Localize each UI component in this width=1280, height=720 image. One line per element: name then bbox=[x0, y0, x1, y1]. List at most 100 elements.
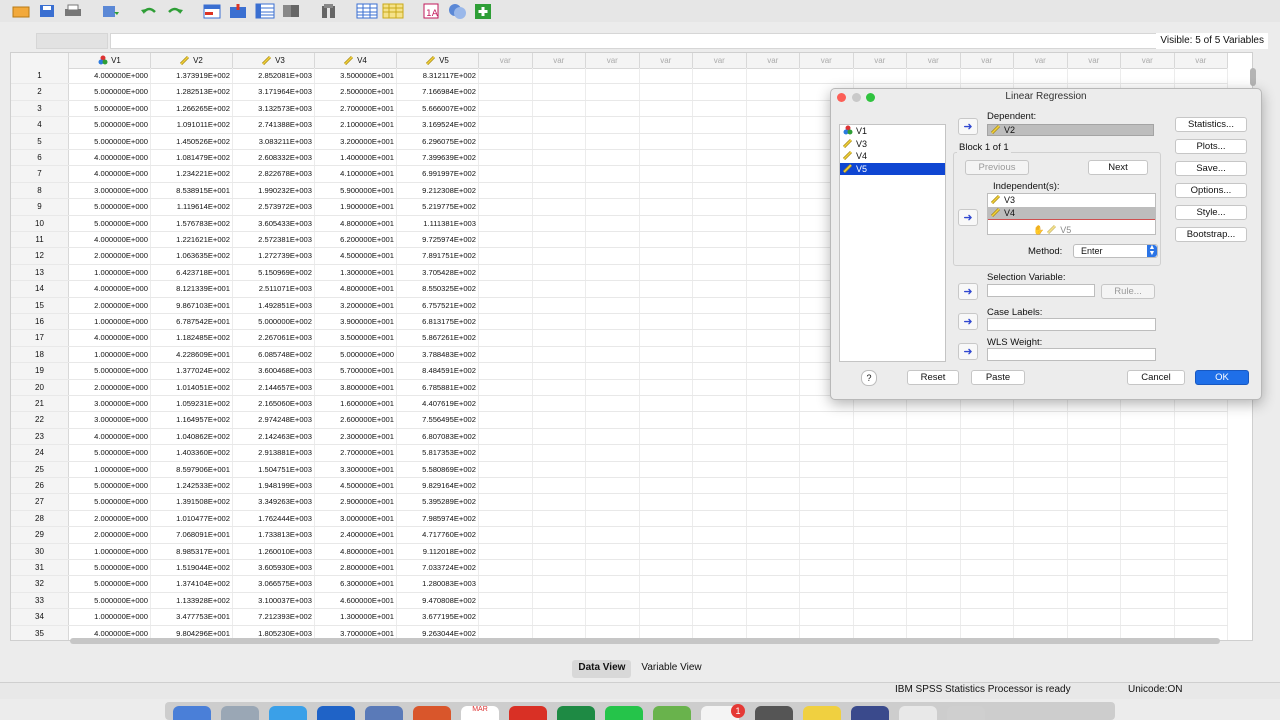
data-cell[interactable]: 5.000000E+000 bbox=[69, 133, 151, 149]
corner-cell[interactable] bbox=[11, 53, 69, 68]
empty-cell[interactable] bbox=[1121, 543, 1175, 559]
empty-cell[interactable] bbox=[1014, 428, 1068, 445]
data-cell[interactable]: 6.296075E+002 bbox=[397, 133, 479, 149]
empty-cell[interactable] bbox=[479, 281, 533, 297]
empty-cell[interactable] bbox=[907, 576, 961, 592]
open-file-icon[interactable] bbox=[10, 2, 32, 20]
data-cell[interactable]: 8.985317E+001 bbox=[151, 543, 233, 559]
data-cell[interactable]: 3.200000E+001 bbox=[315, 133, 397, 149]
empty-cell[interactable] bbox=[961, 412, 1014, 428]
data-cell[interactable]: 5.000000E+000 bbox=[69, 494, 151, 510]
empty-cell[interactable] bbox=[479, 215, 533, 231]
empty-cell[interactable] bbox=[1068, 592, 1121, 609]
data-cell[interactable]: 2.000000E+000 bbox=[69, 379, 151, 395]
empty-cell[interactable] bbox=[640, 445, 693, 461]
data-cell[interactable]: 9.112018E+002 bbox=[397, 543, 479, 559]
row-number[interactable]: 35 bbox=[11, 625, 69, 640]
data-cell[interactable]: 6.807083E+002 bbox=[397, 428, 479, 445]
empty-cell[interactable] bbox=[1175, 428, 1228, 445]
empty-cell[interactable] bbox=[479, 379, 533, 395]
row-number[interactable]: 33 bbox=[11, 592, 69, 609]
data-cell[interactable]: 1.063635E+002 bbox=[151, 248, 233, 264]
empty-cell[interactable] bbox=[1175, 527, 1228, 543]
source-variable-list[interactable]: V1 V3 V4 V5 bbox=[839, 124, 946, 362]
row-number[interactable]: 16 bbox=[11, 314, 69, 330]
empty-cell[interactable] bbox=[854, 576, 907, 592]
empty-cell[interactable] bbox=[1175, 445, 1228, 461]
empty-cell[interactable] bbox=[1068, 68, 1121, 84]
empty-cell[interactable] bbox=[747, 100, 800, 117]
empty-cell[interactable] bbox=[693, 199, 747, 215]
empty-cell[interactable] bbox=[533, 379, 586, 395]
save-icon[interactable] bbox=[36, 2, 58, 20]
empty-cell[interactable] bbox=[693, 314, 747, 330]
empty-cell[interactable] bbox=[747, 199, 800, 215]
empty-cell[interactable] bbox=[854, 412, 907, 428]
empty-cell[interactable] bbox=[1014, 560, 1068, 576]
data-cell[interactable]: 2.600000E+001 bbox=[315, 412, 397, 428]
data-cell[interactable]: 5.000000E+000 bbox=[69, 117, 151, 133]
empty-cell[interactable] bbox=[1014, 445, 1068, 461]
row-number[interactable]: 9 bbox=[11, 199, 69, 215]
empty-cell[interactable] bbox=[586, 215, 640, 231]
empty-cell[interactable] bbox=[586, 412, 640, 428]
empty-cell[interactable] bbox=[693, 510, 747, 527]
case-labels-field[interactable] bbox=[987, 318, 1156, 331]
empty-cell[interactable] bbox=[747, 297, 800, 313]
data-cell[interactable]: 7.985974E+002 bbox=[397, 510, 479, 527]
empty-cell[interactable] bbox=[533, 609, 586, 625]
empty-cell[interactable] bbox=[800, 510, 854, 527]
data-cell[interactable]: 1.762444E+003 bbox=[233, 510, 315, 527]
data-cell[interactable]: 6.785881E+002 bbox=[397, 379, 479, 395]
empty-cell[interactable] bbox=[1121, 560, 1175, 576]
empty-cell[interactable] bbox=[640, 330, 693, 346]
empty-cell[interactable] bbox=[479, 478, 533, 494]
empty-cell[interactable] bbox=[961, 543, 1014, 559]
empty-cell[interactable] bbox=[533, 133, 586, 149]
launchpad-icon[interactable] bbox=[221, 706, 259, 720]
goto-case-icon[interactable] bbox=[202, 2, 224, 20]
column-header-empty[interactable]: var bbox=[1175, 53, 1228, 68]
data-cell[interactable]: 5.000000E+000 bbox=[69, 592, 151, 609]
data-cell[interactable]: 4.000000E+000 bbox=[69, 330, 151, 346]
list-item[interactable]: V4 bbox=[988, 206, 1155, 220]
empty-cell[interactable] bbox=[854, 560, 907, 576]
data-cell[interactable]: 7.068091E+001 bbox=[151, 527, 233, 543]
empty-cell[interactable] bbox=[533, 232, 586, 248]
empty-cell[interactable] bbox=[533, 461, 586, 477]
column-header-empty[interactable]: var bbox=[1068, 53, 1121, 68]
empty-cell[interactable] bbox=[586, 281, 640, 297]
data-cell[interactable]: 4.717760E+002 bbox=[397, 527, 479, 543]
empty-cell[interactable] bbox=[907, 461, 961, 477]
statistics-button[interactable]: Statistics... bbox=[1175, 117, 1247, 132]
reset-button[interactable]: Reset bbox=[907, 370, 959, 385]
empty-cell[interactable] bbox=[961, 592, 1014, 609]
data-cell[interactable]: 1.242533E+002 bbox=[151, 478, 233, 494]
empty-cell[interactable] bbox=[1175, 68, 1228, 84]
empty-cell[interactable] bbox=[479, 100, 533, 117]
data-cell[interactable]: 8.484591E+002 bbox=[397, 363, 479, 379]
empty-cell[interactable] bbox=[533, 494, 586, 510]
empty-cell[interactable] bbox=[586, 576, 640, 592]
cancel-button[interactable]: Cancel bbox=[1127, 370, 1185, 385]
data-cell[interactable]: 7.033724E+002 bbox=[397, 560, 479, 576]
dependent-field[interactable]: V2 bbox=[987, 124, 1154, 136]
data-cell[interactable]: 2.000000E+000 bbox=[69, 248, 151, 264]
empty-cell[interactable] bbox=[586, 314, 640, 330]
data-cell[interactable]: 6.991997E+002 bbox=[397, 166, 479, 182]
empty-cell[interactable] bbox=[586, 346, 640, 363]
data-cell[interactable]: 1.164957E+002 bbox=[151, 412, 233, 428]
empty-cell[interactable] bbox=[586, 428, 640, 445]
empty-cell[interactable] bbox=[640, 428, 693, 445]
empty-cell[interactable] bbox=[479, 396, 533, 412]
data-cell[interactable]: 1.059231E+002 bbox=[151, 396, 233, 412]
data-cell[interactable]: 5.900000E+001 bbox=[315, 182, 397, 199]
empty-cell[interactable] bbox=[533, 396, 586, 412]
empty-cell[interactable] bbox=[747, 84, 800, 100]
empty-cell[interactable] bbox=[1175, 543, 1228, 559]
help-button[interactable]: ? bbox=[861, 370, 877, 386]
empty-cell[interactable] bbox=[693, 543, 747, 559]
data-cell[interactable]: 4.000000E+000 bbox=[69, 232, 151, 248]
paste-button[interactable]: Paste bbox=[971, 370, 1025, 385]
empty-cell[interactable] bbox=[586, 150, 640, 166]
